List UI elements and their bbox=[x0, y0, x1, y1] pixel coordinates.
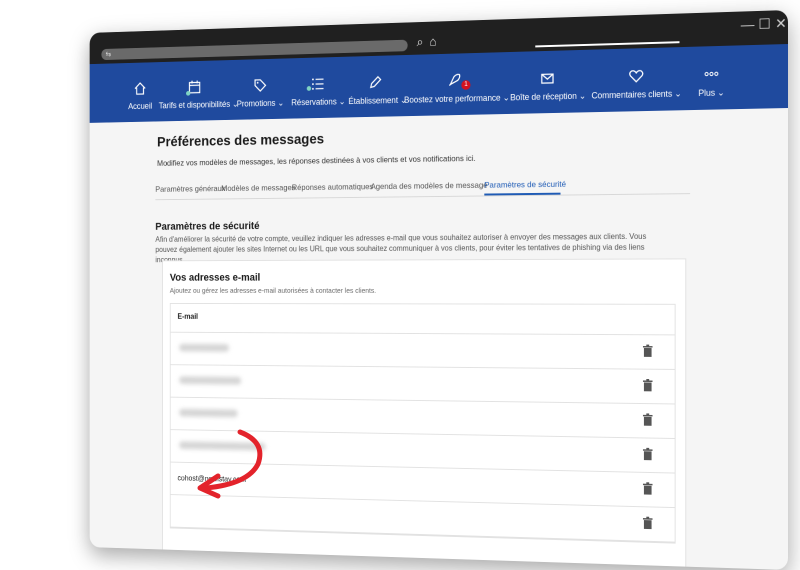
trash-icon[interactable] bbox=[642, 482, 653, 496]
nav-item-tarifs[interactable]: Tarifs et disponibilités ⌄ bbox=[159, 60, 239, 121]
nav-item-commentaires[interactable]: Commentaires clients ⌄ bbox=[589, 47, 685, 112]
active-tab-underline bbox=[484, 192, 561, 196]
minimize-icon[interactable]: — bbox=[741, 16, 755, 32]
site-settings-icon[interactable]: ⇆ bbox=[106, 50, 113, 58]
nav-item-accueil[interactable]: Accueil bbox=[123, 62, 157, 122]
tab-parametres-generaux[interactable]: Paramètres généraux bbox=[155, 184, 225, 194]
table-row bbox=[170, 332, 675, 370]
tab-bar: Paramètres généraux Modèles de messages … bbox=[155, 171, 691, 201]
calendar-icon bbox=[159, 79, 231, 101]
nav-item-boostez[interactable]: 1 Boostez votre performance ⌄ bbox=[404, 52, 510, 116]
heart-icon bbox=[589, 67, 685, 91]
page-title: Préférences des messages bbox=[157, 131, 325, 151]
redacted-email bbox=[179, 343, 230, 352]
nav-item-etablissement[interactable]: Établissement ⌄ bbox=[348, 55, 407, 117]
email-column-header: E-mail bbox=[170, 303, 675, 336]
pencil-icon bbox=[348, 74, 402, 96]
close-icon[interactable]: ✕ bbox=[775, 15, 787, 32]
nav-item-boite-reception[interactable]: Boîte de réception ⌄ bbox=[510, 50, 586, 114]
list-icon bbox=[288, 76, 348, 98]
nav-item-plus[interactable]: Plus ⌄ bbox=[692, 46, 731, 110]
email-card-subtitle: Ajoutez ou gérez les adresses e-mail aut… bbox=[169, 286, 377, 295]
rocket-icon bbox=[404, 72, 505, 96]
active-browser-tab-indicator bbox=[535, 41, 680, 48]
home-icon bbox=[123, 81, 157, 102]
tab-parametres-securite[interactable]: Paramètres de sécurité bbox=[484, 179, 566, 190]
search-icon[interactable]: ⌕ bbox=[417, 34, 424, 50]
redacted-email bbox=[179, 408, 238, 418]
home-icon[interactable]: ⌂ bbox=[429, 34, 436, 49]
page-subtitle: Modifiez vos modèles de messages, les ré… bbox=[157, 153, 476, 168]
trash-icon[interactable] bbox=[642, 447, 653, 461]
nav-item-promotions[interactable]: Promotions ⌄ bbox=[236, 58, 285, 119]
annotation-arrow-icon bbox=[197, 429, 263, 499]
tab-modeles-messages[interactable]: Modèles de messages bbox=[221, 183, 295, 193]
security-section-title: Paramètres de sécurité bbox=[155, 220, 260, 233]
nav-item-reservations[interactable]: Réservations ⌄ bbox=[288, 57, 348, 119]
tag-icon bbox=[236, 77, 285, 99]
redacted-email bbox=[179, 376, 242, 385]
trash-icon[interactable] bbox=[642, 516, 653, 530]
tab-reponses-automatiques[interactable]: Réponses automatiques bbox=[292, 182, 373, 193]
email-card-title: Vos adresses e-mail bbox=[169, 272, 261, 284]
email-table: E-mail cohost@nowistay.com bbox=[169, 302, 676, 544]
envelope-icon bbox=[510, 69, 585, 92]
maximize-icon[interactable]: ☐ bbox=[758, 16, 770, 33]
trash-icon[interactable] bbox=[642, 413, 653, 427]
email-addresses-card: Vos adresses e-mail Ajoutez ou gérez les… bbox=[162, 258, 687, 570]
more-icon bbox=[692, 66, 731, 89]
trash-icon[interactable] bbox=[642, 344, 653, 358]
tab-agenda-modeles[interactable]: Agenda des modèles de message bbox=[371, 180, 488, 191]
trash-icon[interactable] bbox=[642, 378, 653, 392]
